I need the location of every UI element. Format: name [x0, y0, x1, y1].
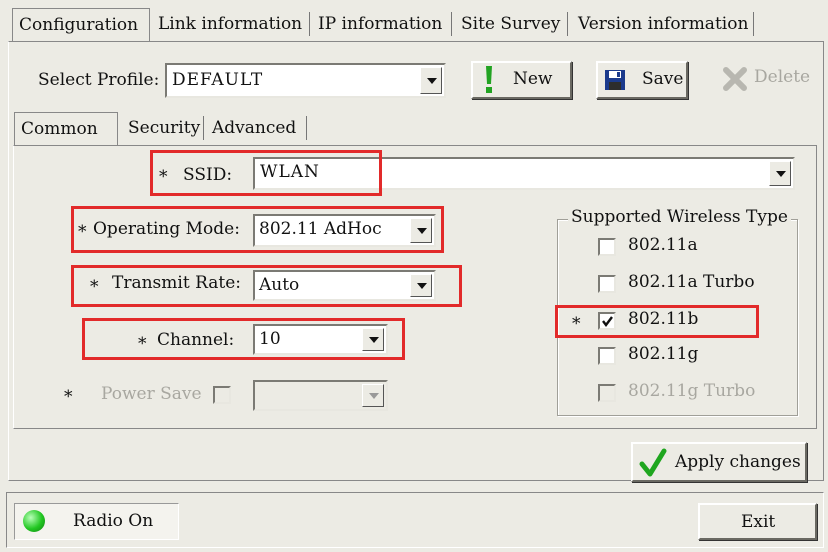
- main-tab-strip: Configuration Link information IP inform…: [0, 0, 828, 44]
- tab-separator: [451, 12, 452, 36]
- tab-site-survey[interactable]: Site Survey: [455, 8, 566, 42]
- save-profile-button[interactable]: Save: [596, 61, 688, 99]
- radio-led-icon: [23, 510, 45, 532]
- label-802-11g: 802.11g: [628, 344, 699, 364]
- apply-changes-button[interactable]: Apply changes: [631, 442, 807, 482]
- apply-changes-label: Apply changes: [675, 452, 801, 472]
- ssid-highlight: [150, 150, 382, 196]
- green-checkmark-icon: [639, 448, 667, 478]
- save-label: Save: [642, 69, 684, 89]
- wireless-802-11b-highlight: [555, 305, 759, 338]
- channel-highlight: [82, 318, 405, 360]
- tab-configuration[interactable]: Configuration: [12, 8, 150, 42]
- floppy-disk-icon: [604, 69, 626, 91]
- chevron-down-icon[interactable]: [420, 67, 442, 94]
- profile-value: DEFAULT: [172, 70, 264, 90]
- wireless-type-title: Supported Wireless Type: [568, 207, 791, 227]
- exit-label: Exit: [741, 512, 776, 532]
- exclamation-icon: [483, 65, 495, 95]
- power-save-label: Power Save: [101, 384, 202, 404]
- chevron-down-icon[interactable]: [362, 384, 384, 407]
- power-save-required-marker: *: [64, 387, 73, 407]
- radio-status-panel: Radio On: [14, 503, 179, 540]
- checkbox-802-11g[interactable]: [598, 347, 616, 365]
- power-save-dropdown[interactable]: [253, 380, 388, 411]
- transmit-rate-highlight: [71, 265, 462, 307]
- tab-common[interactable]: Common: [14, 112, 118, 146]
- delete-label: Delete: [754, 67, 811, 87]
- radio-status-label: Radio On: [73, 511, 154, 531]
- tab-separator: [203, 116, 204, 140]
- tab-version-information[interactable]: Version information: [572, 8, 754, 42]
- delete-profile-button[interactable]: Delete: [718, 61, 818, 99]
- checkbox-802-11a[interactable]: [598, 238, 616, 256]
- new-profile-button[interactable]: New: [471, 61, 572, 99]
- tab-ip-information[interactable]: IP information: [312, 8, 448, 42]
- profile-dropdown[interactable]: DEFAULT: [165, 63, 446, 98]
- new-label: New: [513, 69, 553, 89]
- label-802-11a-turbo: 802.11a Turbo: [628, 272, 755, 292]
- checkbox-802-11g-turbo[interactable]: [598, 384, 616, 402]
- tab-separator: [753, 12, 754, 36]
- label-802-11a: 802.11a: [628, 235, 698, 255]
- exit-button[interactable]: Exit: [698, 503, 817, 540]
- select-profile-label: Select Profile:: [38, 70, 160, 90]
- power-save-checkbox[interactable]: [213, 386, 231, 404]
- tab-advanced[interactable]: Advanced: [206, 112, 302, 146]
- tab-security[interactable]: Security: [122, 112, 206, 146]
- delete-x-icon: [722, 66, 748, 92]
- label-802-11g-turbo: 802.11g Turbo: [628, 381, 756, 401]
- chevron-down-icon[interactable]: [769, 161, 791, 186]
- sub-tab-strip: Common Security Advanced: [14, 112, 314, 146]
- tab-separator: [306, 116, 307, 140]
- checkbox-802-11a-turbo[interactable]: [598, 275, 616, 293]
- tab-separator: [309, 12, 310, 36]
- tab-link-information[interactable]: Link information: [152, 8, 308, 42]
- tab-separator: [567, 12, 568, 36]
- operating-mode-highlight: [71, 206, 444, 253]
